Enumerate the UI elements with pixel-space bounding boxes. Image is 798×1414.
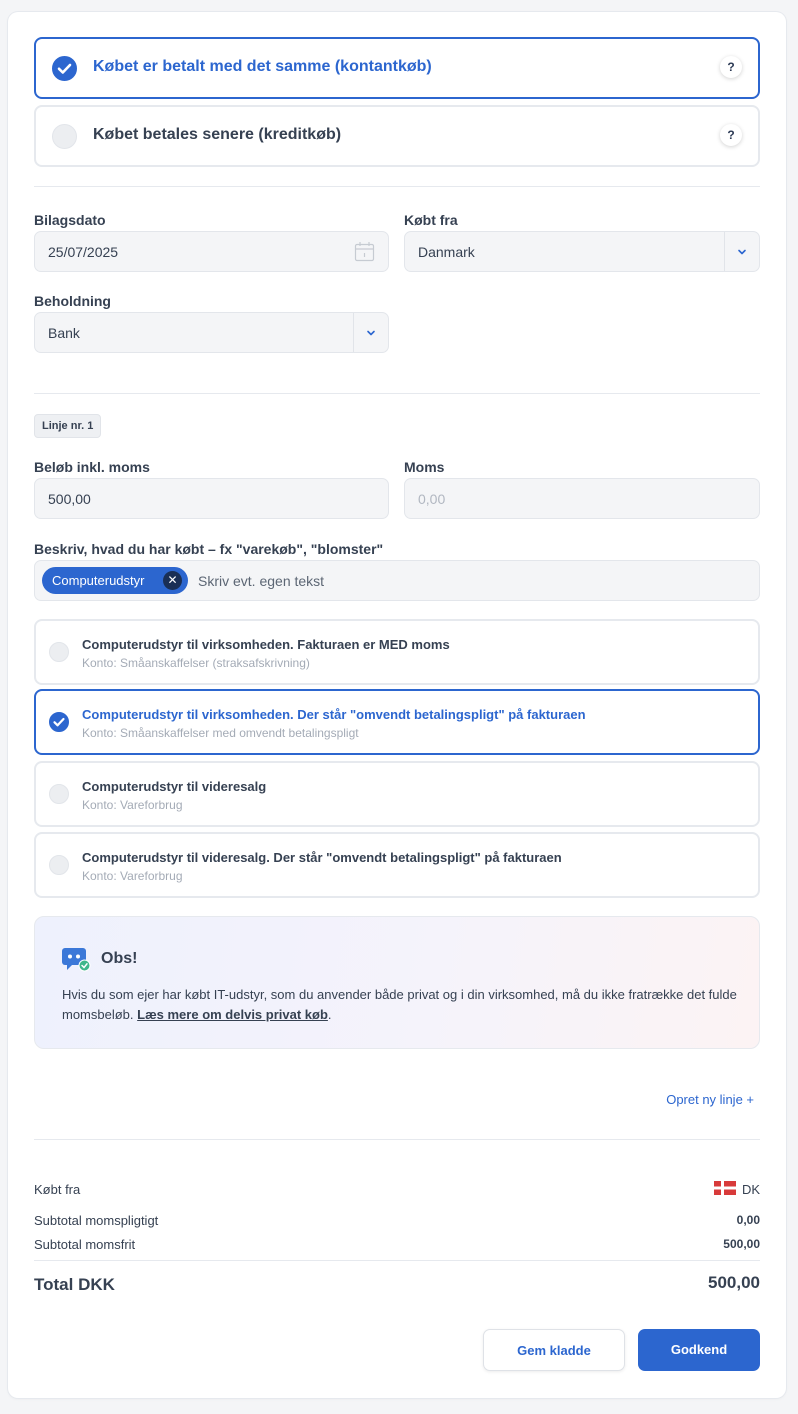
divider [34, 393, 760, 394]
account-option-subtitle: Konto: Småanskaffelser (straksafskrivnin… [82, 656, 310, 670]
notice-end: . [327, 1007, 332, 1022]
payment-option-cash[interactable]: Købet er betalt med det samme (kontantkø… [34, 37, 760, 99]
summary-country: DK [714, 1181, 760, 1197]
total-row: Total DKK 500,00 [34, 1273, 760, 1295]
account-option-title: Computerudstyr til videresalg. Der står … [82, 850, 562, 865]
radio-icon [49, 642, 69, 662]
bilagsdato-label: Bilagsdato [34, 212, 106, 228]
account-option-title: Computerudstyr til virksomheden. Faktura… [82, 637, 450, 652]
vat-label: Moms [404, 459, 445, 475]
description-tag[interactable]: Computerudstyr ✕ [42, 567, 188, 594]
approve-button[interactable]: Godkend [638, 1329, 760, 1371]
save-draft-button[interactable]: Gem kladde [483, 1329, 625, 1371]
payment-option-cash-label: Købet er betalt med det samme (kontantkø… [93, 58, 432, 75]
account-option[interactable]: Computerudstyr til videresalg Konto: Var… [34, 761, 760, 827]
select-divider [724, 232, 725, 271]
divider [34, 1260, 760, 1261]
divider [34, 1139, 760, 1140]
account-option-subtitle: Konto: Vareforbrug [82, 798, 183, 812]
summary-kobt-fra-label: Købt fra [34, 1182, 81, 1197]
description-text-placeholder[interactable]: Skriv evt. egen tekst [198, 573, 324, 589]
help-icon[interactable]: ? [720, 124, 742, 146]
radio-icon [52, 124, 77, 149]
bilagsdato-input[interactable]: 25/07/2025 [34, 231, 389, 272]
bilagsdato-value: 25/07/2025 [48, 244, 119, 260]
summary-kobt-fra: Købt fra DK [34, 1181, 760, 1197]
chevron-down-icon [367, 330, 375, 336]
account-option-title: Computerudstyr til videresalg [82, 779, 267, 794]
kobt-fra-select[interactable]: Danmark [404, 231, 760, 272]
line-number-badge: Linje nr. 1 [34, 414, 102, 438]
kobt-fra-value: Danmark [418, 244, 475, 260]
notice-body: Hvis du som ejer har købt IT-udstyr, som… [62, 985, 742, 1025]
payment-option-credit[interactable]: Købet betales senere (kreditkøb) ? [34, 105, 760, 167]
payment-option-credit-label: Købet betales senere (kreditkøb) [93, 126, 342, 143]
amount-label: Beløb inkl. moms [34, 459, 150, 475]
total-value: 500,00 [708, 1273, 760, 1292]
notice-title: Obs! [101, 950, 138, 967]
account-option-title: Computerudstyr til virksomheden. Der stå… [82, 707, 586, 722]
radio-icon [49, 784, 69, 804]
kobt-fra-label: Købt fra [404, 212, 458, 228]
account-option[interactable]: Computerudstyr til virksomheden. Der stå… [34, 689, 760, 755]
vat-input[interactable]: 0,00 [404, 478, 760, 519]
vat-placeholder: 0,00 [418, 491, 446, 507]
summary-subtotal-vatfree: Subtotal momsfrit 500,00 [34, 1237, 760, 1252]
summary-subtotal-vatable: Subtotal momspligtigt 0,00 [34, 1213, 760, 1228]
account-option-subtitle: Konto: Vareforbrug [82, 869, 183, 883]
beholdning-select[interactable]: Bank [34, 312, 389, 353]
select-divider [353, 313, 354, 352]
account-option-subtitle: Konto: Småanskaffelser med omvendt betal… [82, 726, 359, 740]
checkmark-icon [52, 56, 77, 81]
divider [34, 186, 760, 187]
amount-input[interactable]: 500,00 [34, 478, 389, 519]
subtotal-vatfree-value: 500,00 [723, 1237, 760, 1251]
chevron-down-icon [738, 249, 746, 255]
create-new-line-link[interactable]: Opret ny linje + [666, 1092, 754, 1107]
subtotal-vatfree-label: Subtotal momsfrit [34, 1237, 136, 1252]
beholdning-label: Beholdning [34, 293, 111, 309]
notice-box: Obs! Hvis du som ejer har købt IT-udstyr… [34, 916, 760, 1049]
description-tag-label: Computerudstyr [52, 573, 145, 588]
radio-icon [49, 855, 69, 875]
help-icon[interactable]: ? [720, 56, 742, 78]
description-tag-input[interactable]: Computerudstyr ✕ Skriv evt. egen tekst [34, 560, 760, 601]
account-option[interactable]: Computerudstyr til virksomheden. Faktura… [34, 619, 760, 685]
summary-country-code: DK [741, 1182, 760, 1197]
account-option[interactable]: Computerudstyr til videresalg. Der står … [34, 832, 760, 898]
chat-check-icon [62, 948, 91, 972]
total-label: Total DKK [34, 1275, 115, 1294]
amount-value: 500,00 [48, 491, 91, 507]
checkmark-icon [49, 712, 69, 732]
calendar-icon[interactable] [354, 241, 375, 262]
read-more-link[interactable]: Læs mere om delvis privat køb [137, 1007, 328, 1022]
subtotal-vatable-value: 0,00 [736, 1213, 760, 1227]
purchase-form-card: Købet er betalt med det samme (kontantkø… [8, 12, 786, 1398]
remove-tag-icon[interactable]: ✕ [163, 571, 182, 590]
denmark-flag-icon [714, 1181, 736, 1195]
beholdning-value: Bank [48, 325, 80, 341]
subtotal-vatable-label: Subtotal momspligtigt [34, 1213, 159, 1228]
description-label: Beskriv, hvad du har købt – fx "varekøb"… [34, 541, 384, 557]
